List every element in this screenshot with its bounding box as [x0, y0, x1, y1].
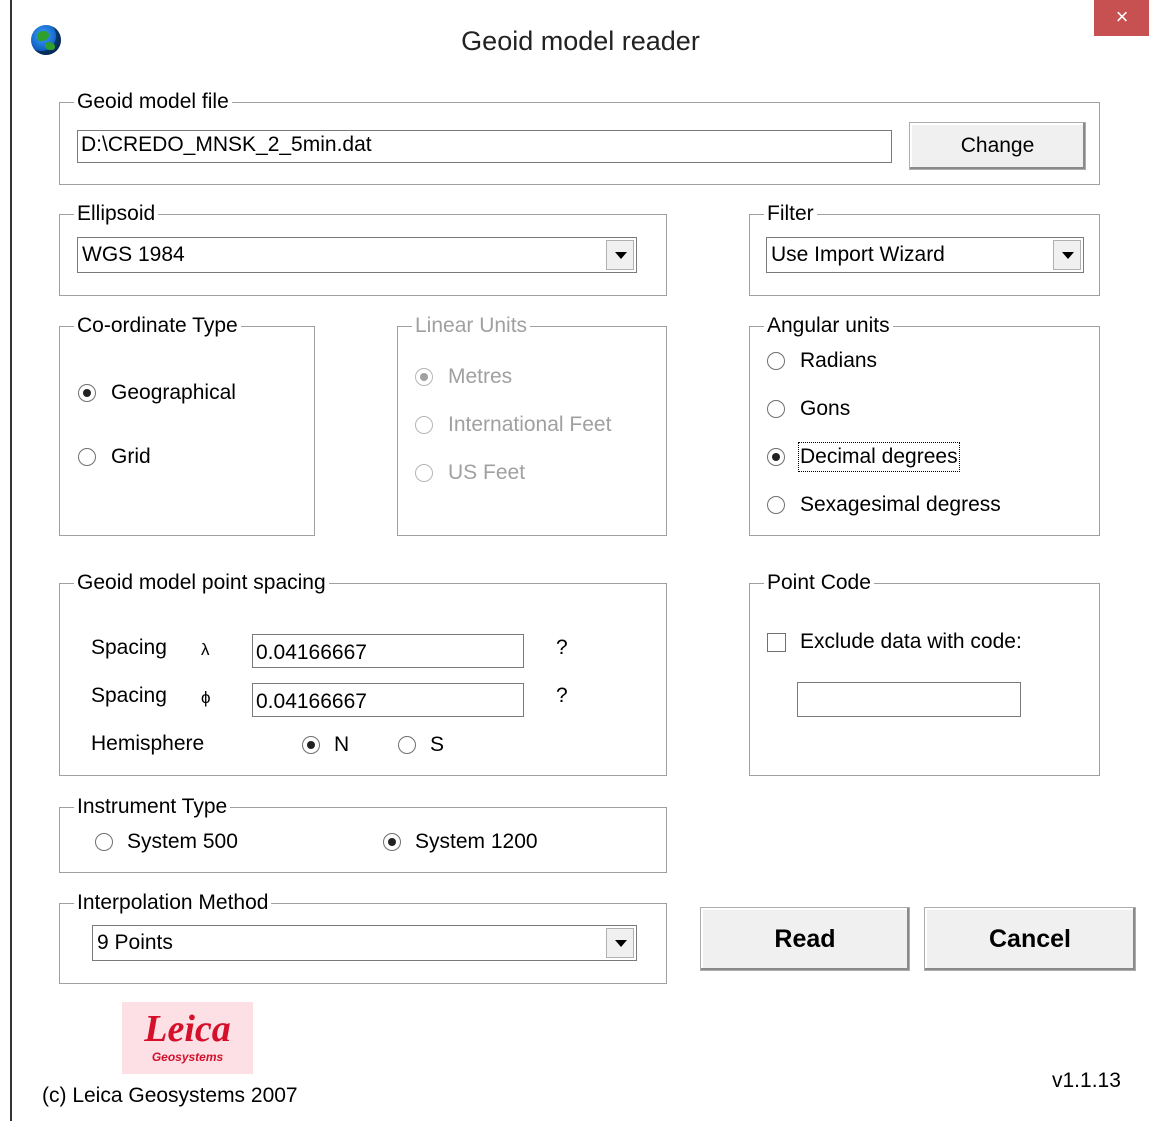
logo-wordmark: Leica: [144, 1008, 231, 1050]
window-title: Geoid model reader: [461, 26, 700, 56]
chevron-down-icon[interactable]: [606, 928, 634, 958]
interpolation-selected-value: 9 Points: [97, 931, 173, 954]
exclude-code-label[interactable]: Exclude data with code:: [800, 629, 1022, 655]
radio-geographical-label[interactable]: Geographical: [111, 380, 236, 406]
ellipsoid-select[interactable]: WGS 1984: [77, 237, 637, 273]
leica-logo: Leica Geosystems: [122, 1002, 253, 1074]
radio-metres: [415, 368, 433, 386]
radio-gons[interactable]: [767, 400, 785, 418]
radio-decimal-degrees[interactable]: [767, 448, 785, 466]
filter-selected-value: Use Import Wizard: [771, 243, 945, 266]
radio-radians[interactable]: [767, 352, 785, 370]
exclude-code-input[interactable]: [797, 682, 1021, 717]
lambda-symbol: λ: [201, 640, 210, 659]
interpolation-method-label: Interpolation Method: [74, 890, 272, 916]
radio-system-500[interactable]: [95, 833, 113, 851]
radio-sexagesimal-degrees[interactable]: [767, 496, 785, 514]
radio-hemisphere-n[interactable]: [302, 736, 320, 754]
ellipsoid-selected-value: WGS 1984: [82, 243, 185, 266]
instrument-type-label: Instrument Type: [74, 794, 231, 820]
point-code-label: Point Code: [764, 570, 874, 596]
radio-hemisphere-s-label[interactable]: S: [430, 732, 444, 758]
radio-metres-label: Metres: [448, 365, 513, 388]
spacing-lambda-input[interactable]: 0.04166667: [252, 634, 524, 668]
radio-international-feet-label: International Feet: [448, 413, 612, 436]
chevron-down-icon[interactable]: [1053, 240, 1081, 270]
interpolation-method-select[interactable]: 9 Points: [92, 925, 637, 961]
change-button[interactable]: Change: [909, 122, 1086, 170]
linear-units-label: Linear Units: [412, 313, 531, 339]
geoid-reader-window: Geoid model reader × Geoid model file D:…: [10, 0, 1149, 1121]
radio-grid-label[interactable]: Grid: [111, 444, 151, 470]
radio-radians-label[interactable]: Radians: [800, 348, 877, 374]
phi-symbol: ϕ: [201, 688, 211, 707]
read-button[interactable]: Read: [700, 907, 910, 971]
radio-system-500-label[interactable]: System 500: [127, 829, 238, 855]
radio-us-feet-label: US Feet: [448, 461, 526, 484]
filter-select[interactable]: Use Import Wizard: [766, 237, 1084, 273]
spacing-lambda-unit: ?: [556, 636, 568, 659]
version-text: v1.1.13: [1052, 1069, 1121, 1092]
coordinate-type-group: Co-ordinate Type: [59, 313, 315, 536]
ellipsoid-label: Ellipsoid: [74, 201, 159, 227]
coordinate-type-label: Co-ordinate Type: [74, 313, 241, 339]
chevron-down-icon[interactable]: [606, 240, 634, 270]
cancel-button[interactable]: Cancel: [924, 907, 1136, 971]
geoid-model-file-label: Geoid model file: [74, 89, 232, 115]
model-file-path-field[interactable]: D:\CREDO_MNSK_2_5min.dat: [77, 130, 892, 163]
angular-units-label: Angular units: [764, 313, 893, 339]
radio-geographical[interactable]: [78, 384, 96, 402]
hemisphere-label: Hemisphere: [91, 732, 205, 755]
radio-system-1200-label[interactable]: System 1200: [415, 829, 538, 855]
filter-label: Filter: [764, 201, 817, 227]
copyright-text: (c) Leica Geosystems 2007: [42, 1084, 298, 1107]
spacing-phi-input[interactable]: 0.04166667: [252, 683, 524, 717]
spacing-phi-unit: ?: [556, 684, 568, 707]
radio-system-1200[interactable]: [383, 833, 401, 851]
radio-us-feet: [415, 464, 433, 482]
radio-sexagesimal-degrees-label[interactable]: Sexagesimal degress: [800, 492, 1001, 518]
logo-subtitle: Geosystems: [151, 1050, 224, 1064]
title-bar: Geoid model reader ×: [12, 0, 1149, 84]
radio-international-feet: [415, 416, 433, 434]
spacing-lambda-label: Spacing: [91, 636, 167, 659]
point-spacing-label: Geoid model point spacing: [74, 570, 329, 596]
close-button[interactable]: ×: [1094, 0, 1149, 36]
radio-hemisphere-n-label[interactable]: N: [334, 732, 349, 758]
radio-gons-label[interactable]: Gons: [800, 396, 850, 422]
exclude-code-checkbox[interactable]: [767, 633, 786, 652]
point-code-group: Point Code: [749, 570, 1100, 776]
radio-hemisphere-s[interactable]: [398, 736, 416, 754]
radio-decimal-degrees-label[interactable]: Decimal degrees: [798, 442, 960, 472]
radio-grid[interactable]: [78, 448, 96, 466]
spacing-phi-label: Spacing: [91, 684, 167, 707]
